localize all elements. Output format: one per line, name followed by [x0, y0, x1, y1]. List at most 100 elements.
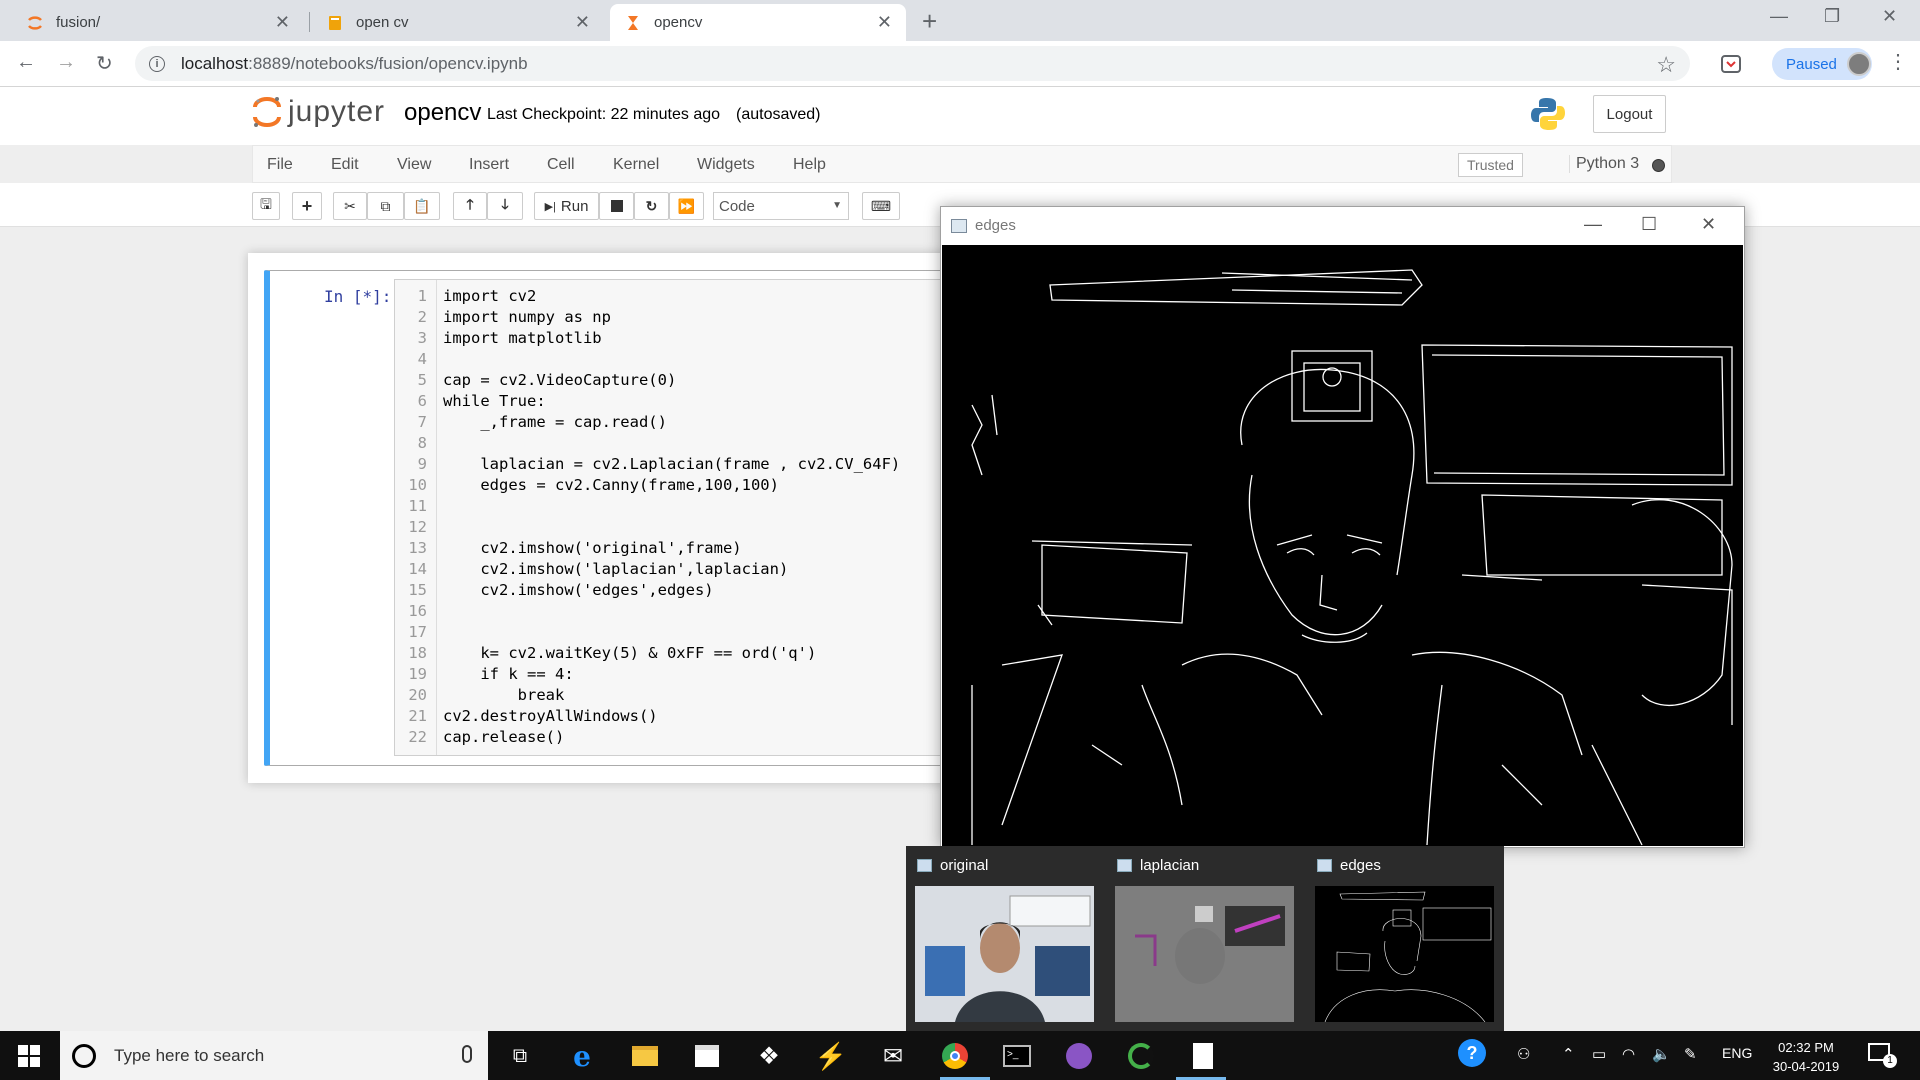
browser-tab-opencv[interactable]: opencv ✕: [610, 4, 906, 41]
store-icon[interactable]: [692, 1041, 722, 1071]
url-host: localhost: [181, 53, 249, 73]
cut-button[interactable]: ✂: [333, 192, 367, 220]
more-menu-icon[interactable]: ⋮: [1888, 49, 1908, 74]
maximize-icon[interactable]: ☐: [1641, 214, 1657, 235]
system-clock[interactable]: 02:32 PM 30-04-2019: [1768, 1038, 1844, 1076]
thumbnail-label: edges: [1340, 857, 1381, 874]
bookmark-star-icon[interactable]: ☆: [1656, 52, 1676, 78]
close-icon[interactable]: ✕: [575, 12, 590, 33]
close-icon[interactable]: ✕: [1701, 214, 1716, 235]
tab-title: open cv: [356, 14, 409, 31]
code-lines[interactable]: 1 import cv2 2 import numpy as np 3 import ma…: [395, 286, 900, 748]
action-center-icon[interactable]: 1: [1868, 1043, 1897, 1068]
visual-studio-icon[interactable]: ⚡: [815, 1041, 847, 1071]
task-view-icon[interactable]: ⧉: [505, 1041, 535, 1071]
language-indicator[interactable]: ENG: [1722, 1045, 1752, 1061]
windows-start-icon[interactable]: [18, 1045, 40, 1067]
menu-help[interactable]: Help: [793, 156, 826, 174]
restore-icon[interactable]: ❐: [1824, 6, 1840, 27]
window-titlebar[interactable]: edges — ☐ ✕: [941, 207, 1744, 245]
taskbar-search-input[interactable]: Type here to search: [60, 1031, 488, 1080]
move-down-button[interactable]: 🡓: [487, 192, 523, 220]
minimize-icon[interactable]: —: [1770, 6, 1788, 27]
jupyter-logo[interactable]: jupyter: [252, 95, 385, 129]
logout-button[interactable]: Logout: [1593, 95, 1666, 133]
kernel-name[interactable]: Python 3: [1569, 155, 1639, 173]
pen-icon[interactable]: ✎: [1684, 1045, 1697, 1063]
back-arrow-icon[interactable]: ←: [16, 51, 36, 74]
line-number: 2: [417, 308, 427, 326]
people-icon[interactable]: ⚇: [1517, 1045, 1530, 1063]
chevron-up-icon[interactable]: ⌃: [1562, 1045, 1575, 1063]
opencv-edges-window[interactable]: edges — ☐ ✕: [940, 206, 1745, 848]
info-icon[interactable]: i: [149, 55, 165, 72]
code-text: cv2.destroyAllWindows(): [443, 707, 658, 725]
cell-type-select[interactable]: Code ▼: [713, 192, 849, 220]
github-desktop-icon[interactable]: [1064, 1041, 1094, 1071]
notebook-name[interactable]: opencv: [404, 99, 481, 127]
browser-tab-open-cv[interactable]: open cv ✕: [312, 4, 604, 41]
menu-file[interactable]: File: [267, 156, 293, 174]
anaconda-icon[interactable]: [1126, 1041, 1156, 1071]
menu-edit[interactable]: Edit: [331, 156, 359, 174]
insert-cell-button[interactable]: +: [292, 192, 322, 220]
chrome-icon[interactable]: [940, 1041, 970, 1071]
close-window-icon[interactable]: ✕: [1882, 6, 1897, 27]
file-explorer-icon[interactable]: [630, 1041, 660, 1071]
trusted-indicator[interactable]: Trusted: [1458, 153, 1523, 177]
mail-icon[interactable]: ✉: [878, 1041, 908, 1071]
edges-preview: [1315, 886, 1494, 1022]
volume-icon[interactable]: 🔈: [1652, 1045, 1671, 1063]
original-camera-preview: [915, 886, 1094, 1022]
code-text: import cv2: [443, 287, 537, 305]
python-window-icon[interactable]: [1188, 1041, 1218, 1071]
copy-button[interactable]: ⧉: [367, 192, 404, 220]
close-icon[interactable]: ✕: [275, 12, 290, 33]
code-line: 7 _,frame = cap.read(): [395, 412, 900, 433]
dropbox-icon[interactable]: ❖: [754, 1041, 784, 1071]
run-button[interactable]: ▶| Run: [534, 192, 599, 220]
thumbnail-laplacian[interactable]: laplacian: [1106, 846, 1302, 1031]
save-button[interactable]: 🖫: [252, 192, 280, 220]
code-text: while True:: [443, 392, 546, 410]
profile-paused-button[interactable]: Paused: [1772, 48, 1872, 80]
new-tab-button[interactable]: +: [922, 6, 937, 37]
url-input[interactable]: i localhost:8889/notebooks/fusion/opencv…: [135, 46, 1690, 81]
close-icon[interactable]: ✕: [877, 12, 892, 33]
reload-icon[interactable]: ↻: [96, 51, 113, 76]
pocket-extension-icon[interactable]: [1720, 53, 1742, 75]
notebook-favicon-icon: [329, 15, 341, 30]
paste-button[interactable]: 📋: [404, 192, 440, 220]
restart-run-all-button[interactable]: ⏩: [669, 192, 704, 220]
code-line: 22 cap.release(): [395, 727, 900, 748]
line-number: 13: [408, 539, 427, 557]
code-line: 18 k= cv2.waitKey(5) & 0xFF == ord('q'): [395, 643, 900, 664]
scissors-icon: ✂: [344, 197, 356, 214]
edge-browser-icon[interactable]: e: [567, 1040, 597, 1073]
paste-icon: 📋: [413, 197, 431, 214]
cell-prompt: In [*]:: [324, 287, 392, 306]
terminal-icon[interactable]: >_: [1002, 1041, 1032, 1071]
move-up-button[interactable]: 🡑: [453, 192, 487, 220]
microphone-icon[interactable]: [462, 1045, 472, 1063]
menu-view[interactable]: View: [397, 156, 431, 174]
restart-button[interactable]: ↻: [634, 192, 669, 220]
thumbnail-original[interactable]: original: [906, 846, 1102, 1031]
interrupt-button[interactable]: [599, 192, 634, 220]
battery-icon[interactable]: ▭: [1592, 1045, 1606, 1063]
menu-cell[interactable]: Cell: [547, 156, 575, 174]
edges-image: [942, 245, 1743, 846]
wifi-icon[interactable]: ◠: [1622, 1045, 1635, 1063]
thumbnail-edges[interactable]: edges: [1306, 846, 1502, 1031]
autosave-status: (autosaved): [736, 106, 821, 123]
code-text: break: [443, 686, 565, 704]
menu-widgets[interactable]: Widgets: [697, 156, 755, 174]
command-palette-button[interactable]: ⌨: [862, 192, 900, 220]
checkpoint-status: Last Checkpoint: 22 minutes ago: [487, 106, 721, 123]
minimize-icon[interactable]: —: [1584, 214, 1602, 235]
menu-kernel[interactable]: Kernel: [613, 156, 659, 174]
menu-insert[interactable]: Insert: [469, 156, 509, 174]
forward-arrow-icon[interactable]: →: [56, 51, 76, 74]
help-icon[interactable]: ?: [1458, 1039, 1486, 1067]
browser-tab-fusion[interactable]: fusion/ ✕: [12, 4, 304, 41]
